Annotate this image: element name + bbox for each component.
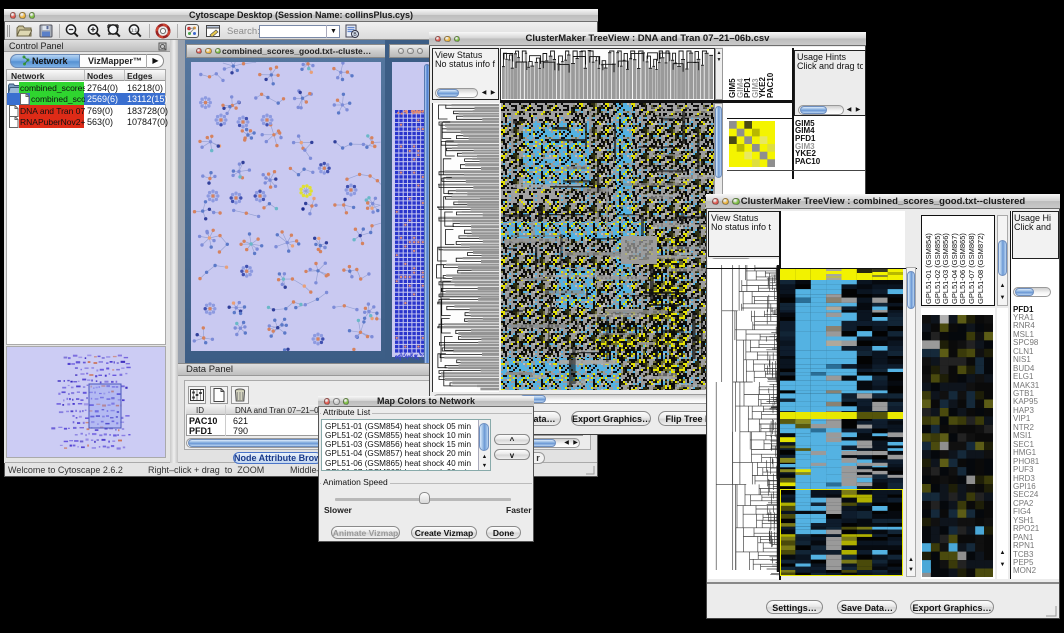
svg-text:1:1: 1:1 [131,27,138,32]
